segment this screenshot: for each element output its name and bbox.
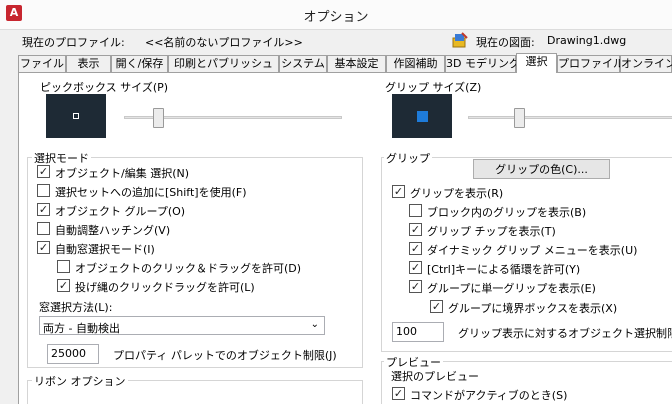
tab-open-save[interactable]: 開く/保存 [111, 55, 168, 72]
object-edit-select-checkbox[interactable]: ✓ [37, 165, 50, 178]
click-drag-label: オブジェクトのクリック＆ドラッグを許可(D) [75, 262, 302, 275]
selection-mode-group: 選択モード ✓ オブジェクト/編集 選択(N) 選択セットへの追加に[Shift… [27, 150, 363, 368]
pickbox-group: ピックボックス サイズ(P) [25, 81, 362, 145]
chevron-down-icon: ⌄ [310, 319, 319, 330]
grip-slider-track[interactable] [468, 116, 672, 119]
grip-size-group: グリップ サイズ(Z) [381, 81, 672, 145]
tab-display[interactable]: 表示 [66, 55, 111, 72]
click-drag-checkbox[interactable] [57, 260, 70, 273]
tab-user-preferences[interactable]: 基本設定 [327, 55, 386, 72]
show-grips-in-blocks-label: ブロック内のグリップを表示(B) [427, 206, 587, 219]
grip-slider-thumb[interactable] [514, 108, 525, 128]
object-group-checkbox[interactable]: ✓ [37, 203, 50, 216]
selection-mode-label: 選択モード [32, 150, 91, 166]
associative-hatch-label: 自動調整ハッチング(V) [55, 224, 171, 237]
tab-3d-modeling[interactable]: 3D モデリング [445, 55, 520, 72]
shift-add-checkbox[interactable] [37, 184, 50, 197]
preview-group: プレビュー 選択のプレビュー ✓ コマンドがアクティブのとき(S) [381, 354, 672, 404]
tab-selection[interactable]: 選択 [516, 53, 557, 73]
property-palette-limit-label: プロパティ パレットでのオブジェクト制限(J) [113, 349, 337, 362]
single-grip-groups-label: グループに単一グリップを表示(E) [427, 282, 596, 295]
ctrl-cycling-checkbox[interactable]: ✓ [409, 261, 422, 274]
show-grips-in-blocks-checkbox[interactable] [409, 204, 422, 217]
pickbox-size-label: ピックボックス サイズ(P) [40, 81, 169, 94]
grip-square-icon [417, 111, 428, 122]
tab-plot-publish[interactable]: 印刷とパブリッシュ [168, 55, 279, 72]
property-palette-limit-input[interactable]: 25000 [47, 344, 99, 364]
selection-panel: ピックボックス サイズ(P) グリップ サイズ(Z) 選択モード ✓ オブジェク… [18, 72, 672, 404]
bounding-box-groups-checkbox[interactable]: ✓ [430, 300, 443, 313]
window-method-label: 窓選択方法(L): [39, 301, 113, 314]
tab-strip: ファイル 表示 開く/保存 印刷とパブリッシュ システム 基本設定 作図補助 3… [18, 53, 672, 73]
tab-online[interactable]: オンライン [620, 55, 672, 72]
title-bar: A オプション [0, 0, 672, 30]
tab-system[interactable]: システム [279, 55, 327, 72]
associative-hatch-checkbox[interactable] [37, 222, 50, 235]
bounding-box-groups-label: グループに境界ボックスを表示(X) [448, 302, 618, 315]
grips-label: グリップ [384, 150, 432, 166]
grips-group: グリップ グリップの色(C)... ✓ グリップを表示(R) ブロック内のグリッ… [381, 150, 672, 352]
profile-row: 現在のプロファイル: <<名前のないプロファイル>> 現在の図面: Drawin… [0, 30, 672, 52]
show-grips-checkbox[interactable]: ✓ [392, 185, 405, 198]
current-profile-name: <<名前のないプロファイル>> [145, 36, 303, 49]
ribbon-options-label: リボン オプション [32, 373, 128, 389]
drawing-icon [452, 32, 468, 48]
grip-colors-button[interactable]: グリップの色(C)... [473, 159, 610, 179]
window-title: オプション [303, 10, 369, 25]
tab-profiles[interactable]: プロファイル [557, 55, 624, 72]
window-method-dropdown[interactable]: 両方 - 自動検出 ⌄ [39, 316, 325, 335]
grip-size-preview [392, 94, 452, 138]
pickbox-preview [46, 94, 106, 138]
tab-file[interactable]: ファイル [18, 55, 66, 72]
single-grip-groups-checkbox[interactable]: ✓ [409, 280, 422, 293]
show-grip-tips-label: グリップ チップを表示(T) [427, 225, 556, 238]
command-active-checkbox[interactable]: ✓ [392, 387, 405, 400]
object-group-label: オブジェクト グループ(O) [55, 205, 186, 218]
command-active-label: コマンドがアクティブのとき(S) [410, 389, 568, 402]
object-edit-select-label: オブジェクト/編集 選択(N) [55, 167, 190, 180]
show-grips-label: グリップを表示(R) [410, 187, 504, 200]
lasso-checkbox[interactable]: ✓ [57, 279, 70, 292]
implied-windowing-label: 自動窓選択モード(I) [55, 243, 155, 256]
lasso-label: 投げ縄のクリックドラッグを許可(L) [75, 281, 255, 294]
shift-add-label: 選択セットへの追加に[Shift]を使用(F) [55, 186, 247, 199]
ribbon-options-group: リボン オプション [27, 373, 363, 404]
grip-size-label: グリップ サイズ(Z) [385, 81, 482, 94]
dynamic-grip-menu-checkbox[interactable]: ✓ [409, 242, 422, 255]
grip-object-limit-label: グリップ表示に対するオブジェクト選択制限(M) [458, 327, 672, 340]
pickbox-slider-thumb[interactable] [153, 108, 164, 128]
tab-drafting[interactable]: 作図補助 [386, 55, 445, 72]
ctrl-cycling-label: [Ctrl]キーによる循環を許可(Y) [427, 263, 581, 276]
pickbox-square-icon [73, 113, 79, 119]
current-drawing-name: Drawing1.dwg [547, 34, 627, 47]
show-grip-tips-checkbox[interactable]: ✓ [409, 223, 422, 236]
current-profile-label: 現在のプロファイル: [22, 36, 125, 49]
current-drawing-label: 現在の図面: [476, 36, 535, 49]
implied-windowing-checkbox[interactable]: ✓ [37, 241, 50, 254]
grip-object-limit-input[interactable]: 100 [392, 322, 444, 342]
selection-preview-label: 選択のプレビュー [391, 370, 479, 383]
dynamic-grip-menu-label: ダイナミック グリップ メニューを表示(U) [427, 244, 638, 257]
window-method-value: 両方 - 自動検出 [43, 322, 120, 335]
